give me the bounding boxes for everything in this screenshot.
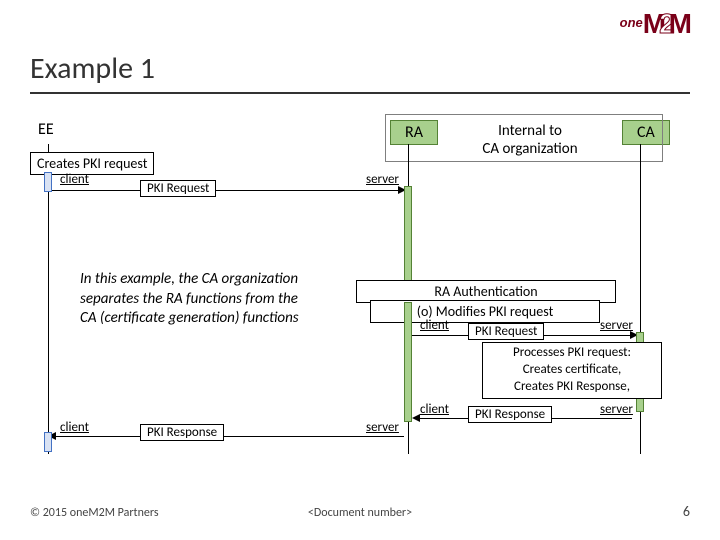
label-resp-2: PKI Response [140, 424, 224, 441]
footer-page-number: 6 [683, 503, 690, 520]
role-server-4: server [366, 420, 399, 435]
role-server-3: server [600, 402, 633, 417]
role-client-4: client [60, 420, 89, 435]
arrow-resp-1-head [412, 414, 420, 422]
sequence-diagram: EE RA CA Internal to CA organization Cre… [30, 110, 690, 480]
label-req-1: PKI Request [140, 180, 216, 197]
footer-doc-number: <Document number> [0, 506, 720, 520]
title-underline [30, 92, 690, 94]
activation-ee-2 [44, 432, 52, 452]
org-region [385, 114, 663, 162]
arrow-req-1 [52, 190, 400, 191]
label-resp-1: PKI Response [468, 406, 552, 423]
note-processes: Processes PKI request: Creates certifica… [482, 342, 662, 399]
onem2m-logo: oneM2M [620, 8, 692, 40]
role-server-2: server [600, 318, 633, 333]
logo-m2: M [669, 8, 692, 39]
role-client-2: client [420, 318, 449, 333]
role-client-3: client [420, 402, 449, 417]
role-client-1: client [60, 172, 89, 187]
label-req-2: PKI Request [468, 323, 544, 340]
role-server-1: server [366, 172, 399, 187]
logo-one: one [620, 15, 643, 30]
activation-ra-2 [404, 302, 412, 422]
activation-ee-1 [44, 172, 52, 192]
actor-ee: EE [38, 120, 54, 139]
explain-text: In this example, the CA organization sep… [80, 270, 300, 329]
arrow-resp-2 [56, 436, 404, 437]
page-title: Example 1 [30, 50, 155, 87]
